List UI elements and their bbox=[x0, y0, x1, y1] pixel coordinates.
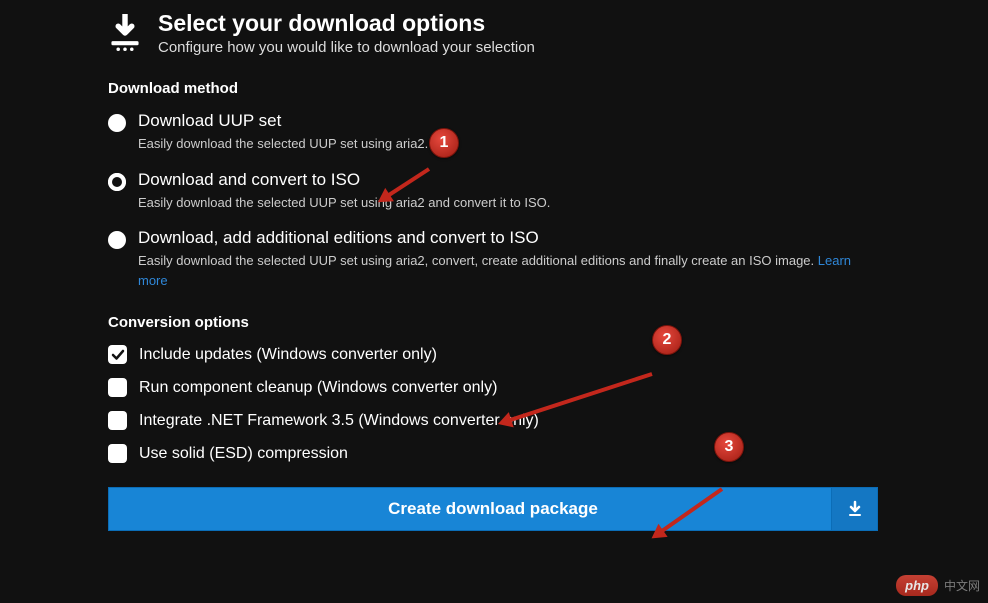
radio-download-uup-set[interactable]: Download UUP set Easily download the sel… bbox=[108, 111, 878, 154]
conversion-options-title: Conversion options bbox=[108, 314, 878, 331]
conversion-options-group: Include updates (Windows converter only)… bbox=[108, 345, 878, 463]
annotation-badge-1: 1 bbox=[429, 128, 459, 158]
radio-label: Download and convert to ISO bbox=[138, 170, 550, 190]
radio-label: Download UUP set bbox=[138, 111, 428, 131]
checkbox-component-cleanup[interactable]: Run component cleanup (Windows converter… bbox=[108, 378, 878, 397]
checkbox-icon bbox=[108, 345, 127, 364]
radio-description: Easily download the selected UUP set usi… bbox=[138, 136, 428, 151]
create-download-package-button[interactable]: Create download package bbox=[108, 487, 878, 531]
annotation-badge-3: 3 bbox=[714, 432, 744, 462]
radio-icon bbox=[108, 173, 126, 191]
radio-label: Download, add additional editions and co… bbox=[138, 228, 878, 248]
annotation-badge-2: 2 bbox=[652, 325, 682, 355]
radio-icon bbox=[108, 114, 126, 132]
checkbox-label: Include updates (Windows converter only) bbox=[139, 346, 437, 364]
download-method-title: Download method bbox=[108, 80, 878, 97]
checkbox-esd-compression[interactable]: Use solid (ESD) compression bbox=[108, 444, 878, 463]
radio-icon bbox=[108, 231, 126, 249]
download-method-group: Download UUP set Easily download the sel… bbox=[108, 111, 878, 290]
checkbox-label: Use solid (ESD) compression bbox=[139, 445, 348, 463]
watermark-text: 中文网 bbox=[944, 577, 980, 594]
page-subtitle: Configure how you would like to download… bbox=[158, 39, 535, 56]
create-button-label: Create download package bbox=[388, 499, 598, 519]
radio-download-additional-iso[interactable]: Download, add additional editions and co… bbox=[108, 228, 878, 290]
page-header: Select your download options Configure h… bbox=[108, 10, 878, 56]
checkbox-icon bbox=[108, 411, 127, 430]
watermark: php 中文网 bbox=[896, 575, 980, 596]
watermark-logo: php bbox=[896, 575, 938, 596]
checkbox-include-updates[interactable]: Include updates (Windows converter only) bbox=[108, 345, 878, 364]
checkbox-label: Integrate .NET Framework 3.5 (Windows co… bbox=[139, 412, 539, 430]
radio-download-convert-iso[interactable]: Download and convert to ISO Easily downl… bbox=[108, 170, 878, 213]
radio-description: Easily download the selected UUP set usi… bbox=[138, 253, 851, 288]
radio-description: Easily download the selected UUP set usi… bbox=[138, 195, 550, 210]
checkbox-label: Run component cleanup (Windows converter… bbox=[139, 379, 497, 397]
page-title: Select your download options bbox=[158, 10, 535, 37]
download-icon bbox=[108, 14, 142, 52]
checkbox-icon bbox=[108, 378, 127, 397]
checkbox-icon bbox=[108, 444, 127, 463]
download-icon bbox=[831, 488, 877, 530]
